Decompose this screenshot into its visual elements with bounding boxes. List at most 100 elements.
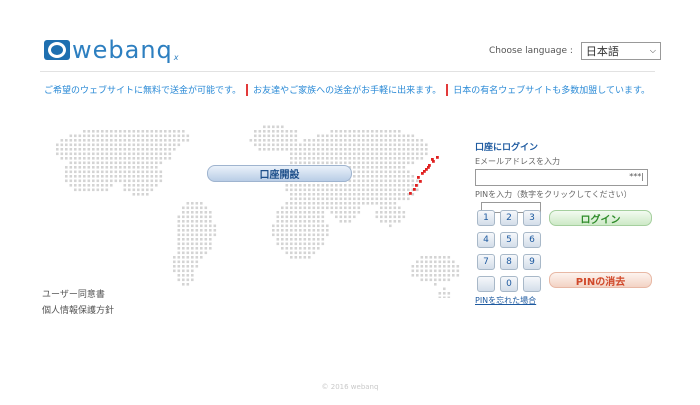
map-dot: [308, 148, 311, 151]
map-dot: [65, 166, 68, 169]
forgot-pin-link[interactable]: PINを忘れた場合: [475, 295, 536, 306]
map-dot: [299, 238, 302, 241]
map-dot: [69, 175, 73, 178]
map-dot: [317, 206, 320, 210]
map-dot: [312, 215, 316, 219]
map-dot: [123, 157, 127, 160]
map-dot: [398, 166, 401, 169]
language-select[interactable]: 日本語 ⌵: [580, 42, 661, 60]
map-dot: [438, 274, 442, 277]
map-dot: [393, 179, 397, 183]
map-dot: [204, 233, 208, 237]
map-dot: [110, 175, 113, 178]
map-dot: [384, 139, 388, 142]
map-dot: [123, 152, 127, 156]
map-dot: [384, 175, 388, 178]
map-dot: [380, 143, 383, 147]
key-3[interactable]: 3: [523, 210, 541, 226]
map-dot: [285, 242, 289, 246]
map-dot: [375, 143, 379, 147]
map-dot: [348, 184, 352, 187]
map-dot: [416, 157, 419, 160]
japan-dot: [436, 156, 439, 159]
map-dot: [434, 278, 437, 282]
map-dot: [326, 202, 329, 205]
map-dot: [308, 220, 311, 223]
map-dot: [146, 130, 149, 133]
map-dot: [186, 139, 190, 142]
map-dot: [326, 143, 329, 147]
map-dot: [317, 148, 320, 151]
map-dot: [371, 184, 374, 187]
map-dot: [353, 211, 356, 214]
map-dot: [362, 197, 365, 201]
privacy-policy-link[interactable]: 個人情報保護方針: [42, 303, 114, 319]
map-dot: [362, 148, 365, 151]
map-dot: [393, 197, 397, 201]
map-dot: [344, 157, 347, 160]
map-dot: [402, 166, 406, 169]
key-7[interactable]: 7: [477, 254, 495, 270]
map-dot: [177, 251, 181, 255]
key-2[interactable]: 2: [500, 210, 518, 226]
map-dot: [281, 134, 284, 138]
map-dot: [272, 139, 275, 142]
map-dot: [155, 184, 158, 187]
japan-dot: [417, 176, 420, 179]
map-dot: [420, 269, 424, 273]
map-dot: [348, 143, 352, 147]
key-4[interactable]: 4: [477, 232, 495, 248]
map-dot: [348, 148, 352, 151]
key-blank-right[interactable]: [523, 276, 541, 292]
map-dot: [114, 152, 118, 156]
map-dot: [195, 251, 199, 255]
open-account-button[interactable]: 口座開設: [207, 165, 352, 182]
map-dot: [141, 170, 145, 174]
map-dot: [123, 188, 127, 192]
map-dot: [321, 206, 325, 210]
map-dot: [276, 229, 280, 232]
map-dot: [371, 166, 374, 169]
key-1[interactable]: 1: [477, 210, 495, 226]
key-0[interactable]: 0: [500, 276, 518, 292]
map-dot: [173, 134, 176, 138]
map-dot: [447, 278, 451, 282]
map-dot: [416, 260, 419, 264]
map-dot: [74, 152, 77, 156]
map-dot: [312, 197, 316, 201]
map-dot: [326, 161, 329, 165]
map-dot: [92, 143, 95, 147]
map-dot: [456, 274, 460, 277]
map-dot: [110, 166, 113, 169]
clear-pin-button[interactable]: PINの消去: [549, 272, 652, 288]
map-dot: [272, 130, 275, 133]
key-8[interactable]: 8: [500, 254, 518, 270]
map-dot: [258, 134, 262, 138]
user-agreement-link[interactable]: ユーザー同意書: [42, 287, 114, 303]
map-dot: [290, 238, 293, 241]
map-dot: [420, 157, 424, 160]
key-9[interactable]: 9: [523, 254, 541, 270]
map-dot: [69, 170, 73, 174]
map-dot: [182, 274, 185, 277]
map-dot: [281, 233, 284, 237]
key-6[interactable]: 6: [523, 232, 541, 248]
map-dot: [96, 139, 100, 142]
map-dot: [186, 202, 190, 205]
key-5[interactable]: 5: [500, 232, 518, 248]
map-dot: [348, 157, 352, 160]
map-dot: [308, 206, 311, 210]
key-blank-left[interactable]: [477, 276, 495, 292]
map-dot: [299, 229, 302, 232]
map-dot: [380, 148, 383, 151]
email-field[interactable]: ***|: [475, 169, 648, 186]
map-dot: [438, 269, 442, 273]
map-dot: [393, 188, 397, 192]
map-dot: [344, 184, 347, 187]
map-dot: [110, 179, 113, 183]
map-dot: [74, 134, 77, 138]
map-dot: [150, 170, 154, 174]
login-button[interactable]: ログイン: [549, 210, 652, 226]
map-dot: [326, 193, 329, 196]
map-dot: [308, 247, 311, 250]
